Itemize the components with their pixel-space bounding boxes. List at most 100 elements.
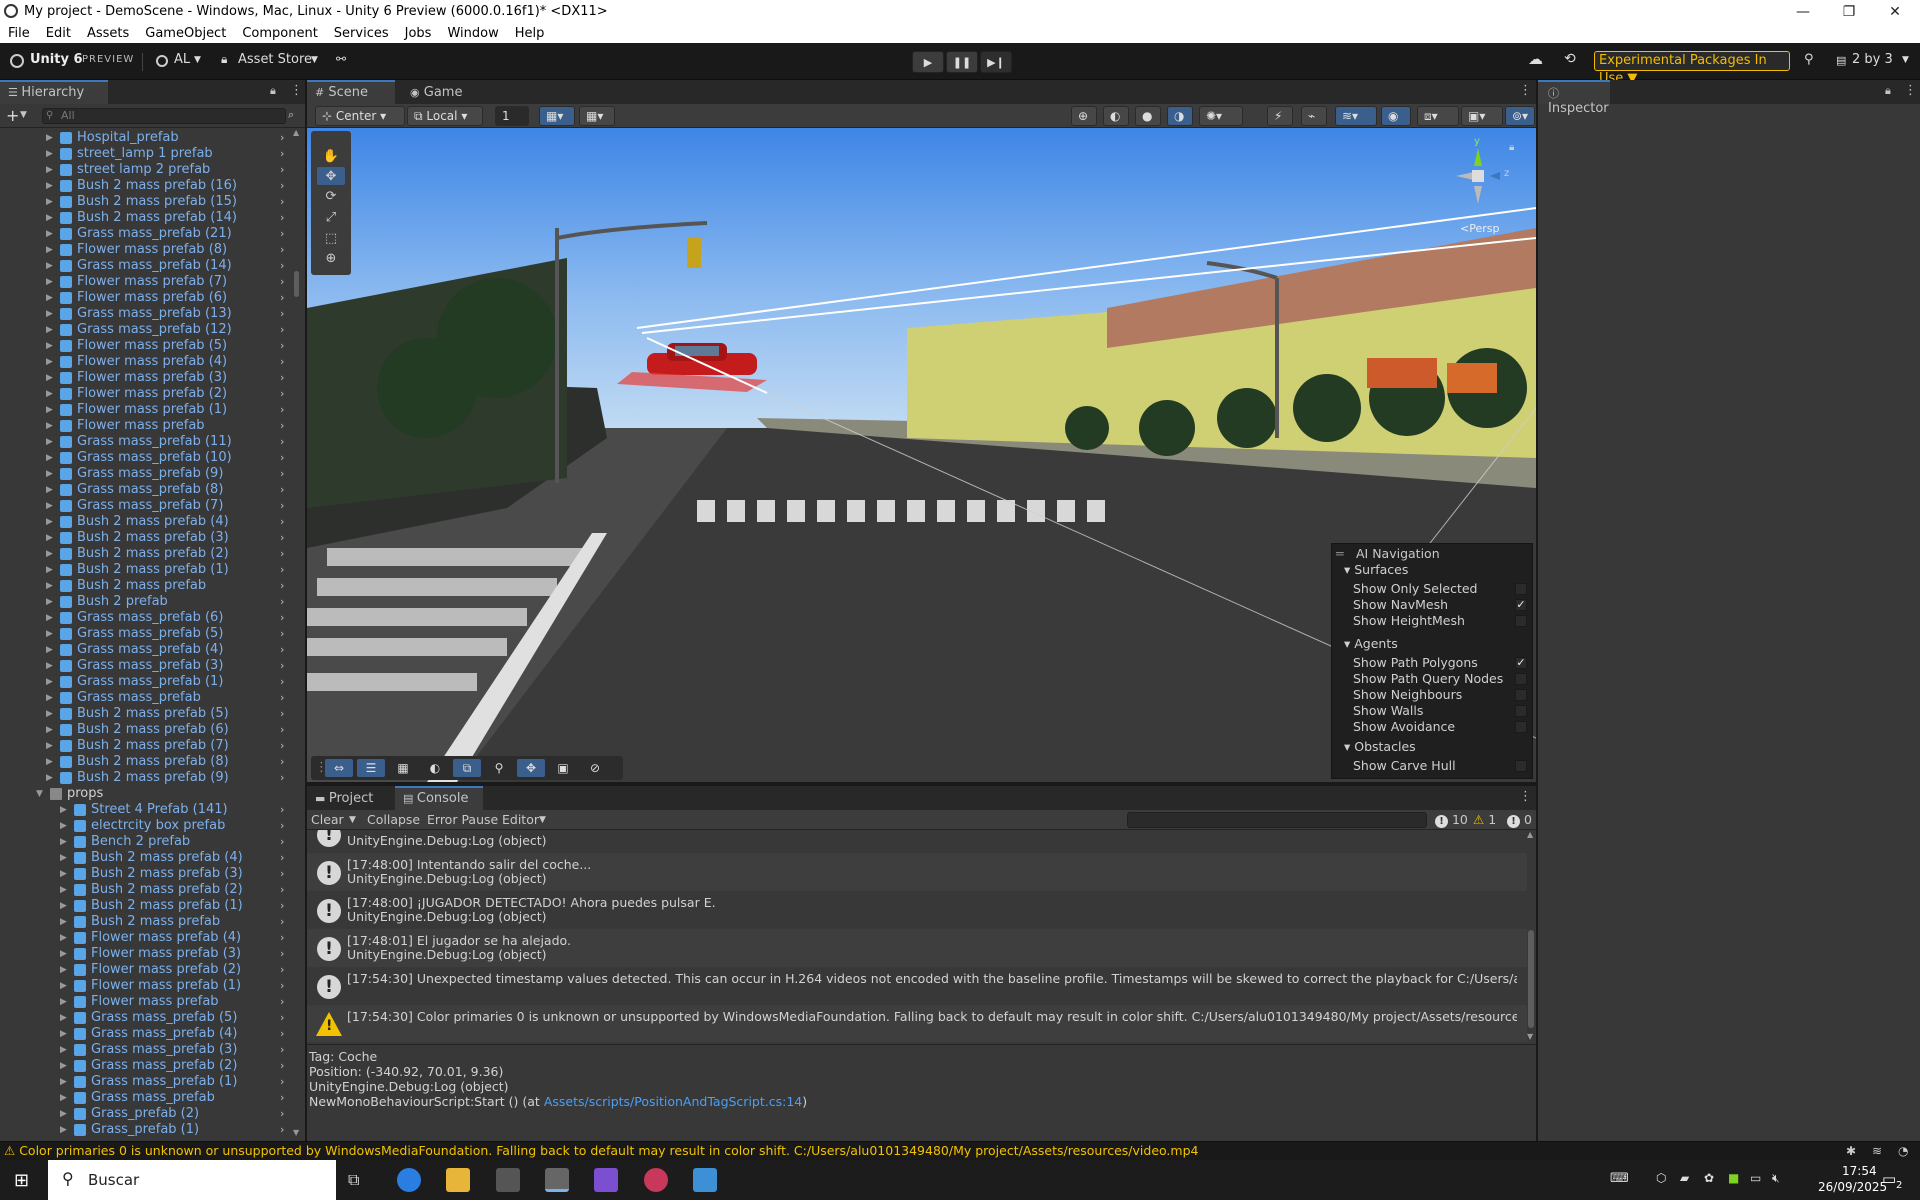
ai-navigation-icon[interactable]: ⧉ — [453, 759, 481, 777]
navmesh-surface-icon[interactable]: ☰ — [357, 759, 385, 777]
open-prefab-icon[interactable]: › — [280, 1074, 284, 1090]
log-entry[interactable]: ! [17:54:30] Unexpected timestamp values… — [307, 967, 1527, 1005]
collapse-arrow-icon[interactable]: ▶ — [46, 706, 53, 722]
fx-toggle-icon[interactable]: ⌁ — [1301, 106, 1327, 126]
hierarchy-item[interactable]: ▶ electrcity box prefab › — [0, 818, 305, 834]
open-prefab-icon[interactable]: › — [280, 674, 284, 690]
menu-window[interactable]: Window — [439, 26, 506, 41]
pivot-dropdown[interactable]: ⊹ Center ▾ — [315, 106, 405, 126]
hierarchy-item[interactable]: ▶ Flower mass prefab (4) › — [0, 930, 305, 946]
open-prefab-icon[interactable]: › — [280, 498, 284, 514]
hierarchy-item[interactable]: ▶ Grass mass_prefab (5) › — [0, 626, 305, 642]
open-prefab-icon[interactable]: › — [280, 562, 284, 578]
menu-assets[interactable]: Assets — [79, 26, 137, 41]
compass-icon[interactable]: ⊘ — [581, 759, 609, 777]
hierarchy-item[interactable]: ▶ Grass mass_prefab › — [0, 690, 305, 706]
hierarchy-item[interactable]: ▶ Grass mass_prefab (14) › — [0, 258, 305, 274]
collapse-arrow-icon[interactable]: ▶ — [46, 594, 53, 610]
open-prefab-icon[interactable]: › — [280, 546, 284, 562]
open-prefab-icon[interactable]: › — [280, 930, 284, 946]
collapse-arrow-icon[interactable]: ▶ — [46, 402, 53, 418]
scale-tool-icon[interactable]: ⤢ — [317, 208, 345, 226]
menu-edit[interactable]: Edit — [38, 26, 79, 41]
hierarchy-item[interactable]: ▶ Bush 2 prefab › — [0, 594, 305, 610]
hierarchy-item[interactable]: ▶ Flower mass prefab (3) › — [0, 946, 305, 962]
menu-help[interactable]: Help — [507, 26, 553, 41]
taskbar-search-input[interactable]: ⚲ Buscar — [48, 1160, 336, 1200]
open-prefab-icon[interactable]: › — [280, 946, 284, 962]
hierarchy-scrollbar[interactable]: ▲ ▼ — [293, 128, 301, 1137]
search-icon[interactable]: ⚲ — [1804, 52, 1814, 67]
hierarchy-item[interactable]: ▶ Bush 2 mass prefab (14) › — [0, 210, 305, 226]
hierarchy-item[interactable]: ▶ Flower mass prefab (3) › — [0, 370, 305, 386]
hierarchy-item[interactable]: ▶ Bush 2 mass prefab (3) › — [0, 866, 305, 882]
open-prefab-icon[interactable]: › — [280, 882, 284, 898]
collapse-arrow-icon[interactable]: ▶ — [46, 354, 53, 370]
layout-dropdown[interactable]: 2 by 3 — [1852, 52, 1893, 67]
hierarchy-item[interactable]: ▶ Grass mass_prefab (3) › — [0, 1042, 305, 1058]
hierarchy-item[interactable]: ▶ Bush 2 mass prefab › — [0, 914, 305, 930]
gizmo-orientation-icon[interactable]: ⊕ — [1071, 106, 1097, 126]
collapse-arrow-icon[interactable]: ▶ — [60, 1106, 67, 1122]
open-prefab-icon[interactable]: › — [280, 994, 284, 1010]
lighting-icon[interactable]: ◐ — [421, 759, 449, 777]
unity-hub-icon[interactable] — [496, 1168, 520, 1192]
history-icon[interactable]: ⟲ — [1564, 51, 1576, 67]
show-navmesh-checkbox[interactable]: ✓ — [1515, 599, 1527, 611]
space-dropdown[interactable]: ⧉ Local ▾ — [407, 106, 483, 126]
shaded-icon[interactable]: ● — [1135, 106, 1161, 126]
collapse-arrow-icon[interactable]: ▶ — [46, 530, 53, 546]
effects-dropdown[interactable]: ✺▾ — [1199, 106, 1243, 126]
navmesh-agent-icon[interactable]: ⇔ — [325, 759, 353, 777]
scene-visibility-dropdown[interactable]: ≋▾ — [1335, 106, 1377, 126]
open-prefab-icon[interactable]: › — [280, 210, 284, 226]
tab-hierarchy[interactable]: ☰ Hierarchy — [0, 80, 108, 104]
open-prefab-icon[interactable]: › — [280, 658, 284, 674]
log-entry[interactable]: ! [17:48:00] Intentando salir del coche.… — [307, 853, 1527, 891]
lock-icon[interactable]: 🔒︎ — [1509, 142, 1514, 153]
open-prefab-icon[interactable]: › — [280, 610, 284, 626]
collapse-arrow-icon[interactable]: ▶ — [46, 546, 53, 562]
console-search-input[interactable] — [1127, 812, 1427, 828]
open-prefab-icon[interactable]: › — [280, 178, 284, 194]
snap-increment-field[interactable]: 1 — [495, 106, 529, 126]
open-prefab-icon[interactable]: › — [280, 1026, 284, 1042]
surfaces-section[interactable]: ▾ Surfaces — [1344, 562, 1408, 577]
collapse-arrow-icon[interactable]: ▶ — [46, 242, 53, 258]
drag-handle-icon[interactable]: ═ — [1336, 546, 1344, 561]
menu-services[interactable]: Services — [326, 26, 397, 41]
grid-visibility-toggle[interactable]: ▦▾ — [579, 106, 615, 126]
hierarchy-item[interactable]: ▶ Bush 2 mass prefab (5) › — [0, 706, 305, 722]
move-tool-icon[interactable]: ✥ — [317, 167, 345, 185]
collapse-arrow-icon[interactable]: ▶ — [60, 946, 67, 962]
hand-tool-icon[interactable]: ✋ — [317, 147, 345, 165]
account-dropdown[interactable]: AL — [174, 52, 190, 67]
collapse-arrow-icon[interactable]: ▶ — [46, 578, 53, 594]
status-bar[interactable]: ⚠ Color primaries 0 is unknown or unsupp… — [0, 1141, 1920, 1160]
open-prefab-icon[interactable]: › — [280, 530, 284, 546]
search-icon[interactable]: ⚲ — [485, 759, 513, 777]
collapse-arrow-icon[interactable]: ▶ — [60, 978, 67, 994]
collapse-arrow-icon[interactable]: ▶ — [60, 850, 67, 866]
show-neighbours-checkbox[interactable] — [1515, 689, 1527, 701]
log-entry[interactable]: ! UnityEngine.Debug:Log (object) — [307, 830, 1527, 853]
windows-start-icon[interactable]: ⊞ — [14, 1170, 29, 1191]
hierarchy-search-input[interactable]: ⚲ All — [42, 108, 286, 124]
hierarchy-group[interactable]: ▼ props — [0, 786, 305, 802]
open-prefab-icon[interactable]: › — [280, 1090, 284, 1106]
open-prefab-icon[interactable]: › — [280, 1010, 284, 1026]
hierarchy-item[interactable]: ▶ Hospital_prefab › — [0, 130, 305, 146]
collapse-arrow-icon[interactable]: ▶ — [60, 1090, 67, 1106]
script-link[interactable]: Assets/scripts/PositionAndTagScript.cs:1… — [544, 1094, 802, 1109]
scene-filter-icon[interactable]: ⌕ — [288, 108, 294, 122]
log-count-toggle[interactable]: ! 10 — [1435, 812, 1468, 828]
hierarchy-item[interactable]: ▶ Bush 2 mass prefab (4) › — [0, 850, 305, 866]
open-prefab-icon[interactable]: › — [280, 482, 284, 498]
pause-button[interactable]: ❚❚ — [946, 51, 978, 73]
collapse-arrow-icon[interactable]: ▶ — [46, 210, 53, 226]
hierarchy-item[interactable]: ▶ Bush 2 mass prefab (6) › — [0, 722, 305, 738]
collapse-arrow-icon[interactable]: ▶ — [46, 770, 53, 786]
show-path-polygons-checkbox[interactable]: ✓ — [1515, 657, 1527, 669]
hierarchy-item[interactable]: ▶ Bush 2 mass prefab (9) › — [0, 770, 305, 786]
show-carve-hull-checkbox[interactable] — [1515, 760, 1527, 772]
